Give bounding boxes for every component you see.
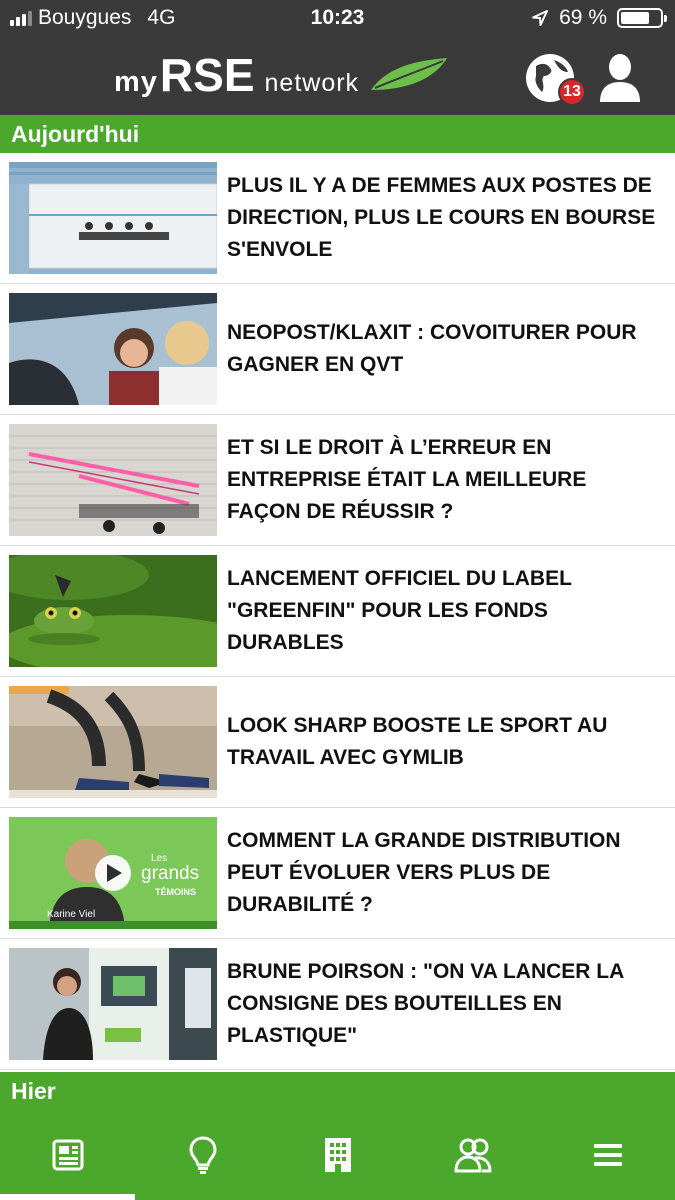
- section-header-yesterday: Hier: [0, 1072, 675, 1110]
- community-icon: [454, 1138, 491, 1173]
- newspaper-icon: [52, 1139, 83, 1171]
- article-title: ET SI LE DROIT À L’ERREUR EN ENTREPRISE …: [227, 436, 587, 523]
- video-person-name: Karine Viel: [47, 909, 95, 920]
- app-bar: my RSE network 13: [0, 38, 675, 115]
- article-item[interactable]: LOOK SHARP BOOSTE LE SPORT AU TRAVAIL AV…: [0, 677, 675, 808]
- menu-icon: [593, 1144, 622, 1166]
- location-arrow-icon: [532, 10, 549, 26]
- nav-menu-button[interactable]: [540, 1110, 675, 1200]
- section-header-today: Aujourd'hui: [0, 115, 675, 153]
- bottom-navigation: [0, 1110, 675, 1200]
- article-item[interactable]: LANCEMENT OFFICIEL DU LABEL "GREENFIN" P…: [0, 546, 675, 677]
- video-caption-3: TÉMOINS: [155, 887, 196, 897]
- nav-news-button[interactable]: [0, 1110, 135, 1200]
- article-item[interactable]: NEOPOST/KLAXIT : COVOITURER POUR GAGNER …: [0, 284, 675, 415]
- nav-active-indicator: [0, 1194, 135, 1200]
- top-bar: Bouygues 4G 10:23 69 % my RSE network 13: [0, 0, 675, 115]
- nav-ideas-button[interactable]: [135, 1110, 270, 1200]
- video-caption-2: grands: [141, 863, 199, 884]
- article-thumbnail: [9, 293, 217, 405]
- user-icon: [600, 54, 640, 102]
- article-item[interactable]: Les grands TÉMOINS Karine Viel COMMENT L…: [0, 808, 675, 939]
- building-icon: [324, 1138, 351, 1172]
- article-title: PLUS IL Y A DE FEMMES AUX POSTES DE DIRE…: [227, 174, 656, 261]
- article-title: NEOPOST/KLAXIT : COVOITURER POUR GAGNER …: [227, 321, 637, 376]
- article-item[interactable]: ET SI LE DROIT À L’ERREUR EN ENTREPRISE …: [0, 415, 675, 546]
- article-title: LOOK SHARP BOOSTE LE SPORT AU TRAVAIL AV…: [227, 714, 608, 769]
- article-title: COMMENT LA GRANDE DISTRIBUTION PEUT ÉVOL…: [227, 829, 621, 916]
- status-bar: Bouygues 4G 10:23 69 %: [0, 0, 675, 38]
- article-list: PLUS IL Y A DE FEMMES AUX POSTES DE DIRE…: [0, 153, 675, 1070]
- profile-button[interactable]: [598, 52, 642, 104]
- notification-count-badge: 13: [558, 78, 586, 106]
- lightbulb-icon: [188, 1136, 217, 1174]
- article-thumbnail: Les grands TÉMOINS Karine Viel: [9, 817, 217, 929]
- article-thumbnail: [9, 555, 217, 667]
- article-thumbnail: [9, 424, 217, 536]
- battery-percent: 69 %: [559, 6, 607, 29]
- article-item[interactable]: PLUS IL Y A DE FEMMES AUX POSTES DE DIRE…: [0, 153, 675, 284]
- article-title: LANCEMENT OFFICIEL DU LABEL "GREENFIN" P…: [227, 567, 572, 654]
- battery-icon: [617, 8, 667, 28]
- nav-community-button[interactable]: [405, 1110, 540, 1200]
- logo-my: my: [114, 66, 158, 98]
- article-thumbnail: [9, 686, 217, 798]
- logo-network: network: [264, 69, 360, 97]
- notifications-button[interactable]: 13: [524, 52, 586, 106]
- article-thumbnail: [9, 948, 217, 1060]
- article-title: BRUNE POIRSON : "ON VA LANCER LA CONSIGN…: [227, 960, 624, 1047]
- leaf-logo-icon: [371, 58, 448, 90]
- app-logo[interactable]: my RSE network: [114, 48, 449, 102]
- article-item[interactable]: BRUNE POIRSON : "ON VA LANCER LA CONSIGN…: [0, 939, 675, 1070]
- article-thumbnail: [9, 162, 217, 274]
- nav-companies-button[interactable]: [270, 1110, 405, 1200]
- status-right: 69 %: [531, 6, 667, 30]
- logo-rse: RSE: [159, 49, 255, 101]
